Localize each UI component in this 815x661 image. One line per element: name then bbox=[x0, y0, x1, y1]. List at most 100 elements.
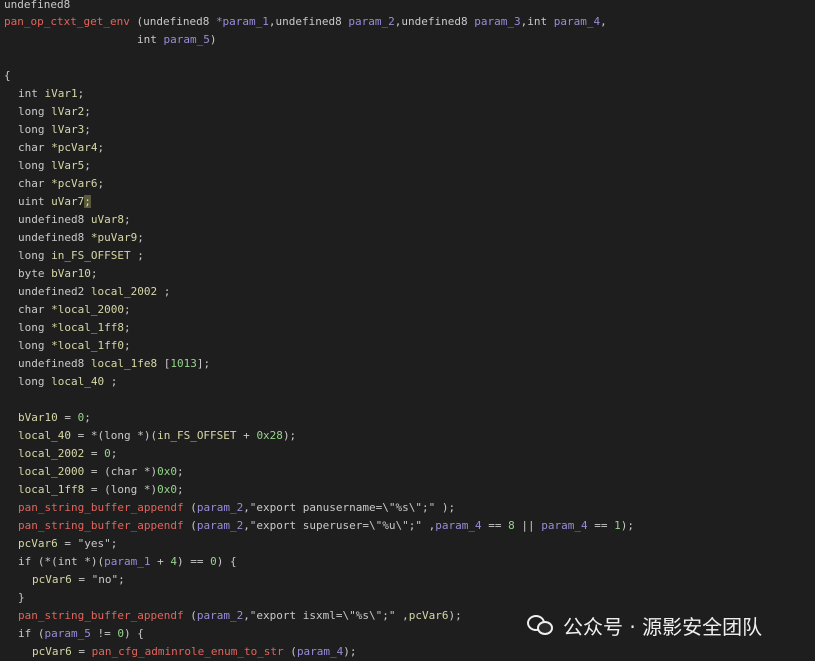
code-token: ; bbox=[123, 339, 131, 352]
number-token: 1013 bbox=[170, 357, 197, 370]
param-token[interactable]: param_5 bbox=[164, 33, 210, 46]
watermark-text: 公众号 · 源影安全团队 bbox=[563, 614, 763, 639]
string-token: "no" bbox=[91, 573, 119, 586]
code-token: ; bbox=[123, 303, 131, 316]
variable-token[interactable]: pcVar6 bbox=[32, 573, 72, 586]
param-token[interactable]: param_5 bbox=[45, 627, 91, 640]
variable-token[interactable]: local_1ff8 bbox=[18, 483, 84, 496]
variable-token[interactable]: lVar3 bbox=[51, 123, 84, 136]
param-token[interactable]: param_3 bbox=[474, 15, 520, 28]
variable-token[interactable]: iVar1 bbox=[45, 87, 78, 100]
code-line-decl: undefined8 *puVar9; bbox=[18, 229, 144, 247]
param-token[interactable]: param_4 bbox=[435, 519, 481, 532]
variable-token[interactable]: uVar8 bbox=[91, 213, 124, 226]
code-token: if (*(int *)( bbox=[18, 555, 105, 568]
code-token: ; bbox=[176, 483, 184, 496]
variable-token[interactable]: bVar10 bbox=[51, 267, 91, 280]
number-token: 0x28 bbox=[256, 429, 283, 442]
code-token: ; bbox=[157, 285, 171, 298]
function-call-token[interactable]: pan_string_buffer_appendf bbox=[18, 501, 184, 514]
code-token: = (char *) bbox=[84, 465, 158, 478]
code-line-decl: char *pcVar4; bbox=[18, 139, 104, 157]
text-cursor: ; bbox=[84, 195, 91, 208]
variable-token[interactable]: bVar10 bbox=[18, 411, 58, 424]
variable-token[interactable]: lVar5 bbox=[51, 159, 84, 172]
function-call-token[interactable]: pan_string_buffer_appendf bbox=[18, 519, 184, 532]
code-token: ; bbox=[104, 375, 118, 388]
number-token: 1 bbox=[614, 519, 621, 532]
variable-token[interactable]: pcVar6 bbox=[32, 645, 72, 658]
code-token: ); bbox=[343, 645, 357, 658]
variable-token[interactable]: local_1fe8 bbox=[91, 357, 157, 370]
code-line-decl: long in_FS_OFFSET ; bbox=[18, 247, 144, 265]
variable-token[interactable]: local_2002 bbox=[18, 447, 84, 460]
code-token: ); bbox=[448, 609, 462, 622]
code-token: ; bbox=[137, 231, 144, 244]
variable-token[interactable]: pcVar6 bbox=[18, 537, 58, 550]
code-line-stmt: pcVar6 = "yes"; bbox=[18, 535, 117, 553]
code-line-stmt: local_1ff8 = (long *)0x0; bbox=[18, 481, 184, 499]
code-token: ) { bbox=[216, 555, 237, 568]
variable-token[interactable]: local_2002 bbox=[91, 285, 157, 298]
number-token: 8 bbox=[508, 519, 515, 532]
variable-token[interactable]: in_FS_OFFSET bbox=[51, 249, 130, 262]
function-call-token[interactable]: pan_string_buffer_appendf bbox=[18, 609, 184, 622]
type-token: long bbox=[18, 249, 52, 262]
variable-token[interactable]: in_FS_OFFSET bbox=[157, 429, 236, 442]
param-token[interactable]: param_2 bbox=[197, 519, 243, 532]
param-token[interactable]: param_4 bbox=[541, 519, 587, 532]
code-token: ; bbox=[123, 321, 131, 334]
code-token: ; bbox=[110, 447, 118, 460]
code-line-stmt: if (param_5 != 0) { bbox=[18, 625, 144, 643]
param-token[interactable]: *param_1 bbox=[216, 15, 269, 28]
code-line-stmt: local_40 = *(long *)(in_FS_OFFSET + 0x28… bbox=[18, 427, 296, 445]
variable-token[interactable]: *puVar9 bbox=[91, 231, 137, 244]
code-token: ); bbox=[620, 519, 634, 532]
number-token: 0 bbox=[104, 447, 111, 460]
variable-token[interactable]: *local_1ff8 bbox=[51, 321, 124, 334]
code-token: ; bbox=[176, 465, 184, 478]
param-token[interactable]: param_4 bbox=[297, 645, 343, 658]
param-token[interactable]: param_1 bbox=[104, 555, 150, 568]
type-token: long bbox=[18, 105, 52, 118]
variable-token[interactable]: local_2000 bbox=[18, 465, 84, 478]
code-token: = *(long *)( bbox=[70, 429, 158, 442]
param-token[interactable]: param_4 bbox=[554, 15, 600, 28]
code-token: ; bbox=[90, 267, 98, 280]
variable-token[interactable]: lVar2 bbox=[51, 105, 84, 118]
watermark: 公众号 · 源影安全团队 bbox=[523, 607, 769, 643]
code-line-stmt: pan_string_buffer_appendf (param_2,"expo… bbox=[18, 499, 455, 517]
string-token: "yes" bbox=[77, 537, 111, 550]
code-line: { bbox=[4, 67, 11, 85]
decompiler-code-view[interactable]: undefined8 pan_op_ctxt_get_env ( undefine… bbox=[0, 0, 815, 658]
type-token: undefined8 bbox=[18, 231, 91, 244]
code-token: , bbox=[422, 519, 436, 532]
code-token: ) bbox=[209, 33, 217, 46]
variable-token[interactable]: *local_1ff0 bbox=[51, 339, 124, 352]
code-token: ; bbox=[84, 105, 91, 118]
type-token: long bbox=[18, 159, 52, 172]
type-token: char bbox=[18, 303, 52, 316]
number-token: 0 bbox=[210, 555, 217, 568]
function-call-token[interactable]: pan_cfg_adminrole_enum_to_str bbox=[92, 645, 284, 658]
code-token: ; bbox=[118, 573, 125, 586]
number-token: 0 bbox=[117, 627, 124, 640]
variable-token[interactable]: *pcVar4 bbox=[51, 141, 97, 154]
param-token[interactable]: param_2 bbox=[197, 501, 243, 514]
code-token: ; bbox=[97, 141, 105, 154]
variable-token[interactable]: *pcVar6 bbox=[51, 177, 97, 190]
string-token: ,"export superuser=\"%u\";" bbox=[243, 519, 422, 532]
code-token: ( bbox=[183, 609, 197, 622]
code-token: ; bbox=[130, 249, 144, 262]
function-name[interactable]: pan_op_ctxt_get_env bbox=[4, 15, 130, 28]
code-token: || bbox=[514, 519, 542, 532]
variable-token[interactable]: *local_2000 bbox=[51, 303, 124, 316]
variable-token[interactable]: pcVar6 bbox=[409, 609, 449, 622]
variable-token[interactable]: uVar7 bbox=[51, 195, 84, 208]
type-token: byte bbox=[18, 267, 52, 280]
code-token: ]; bbox=[196, 357, 211, 370]
variable-token[interactable]: local_40 bbox=[51, 375, 104, 388]
variable-token[interactable]: local_40 bbox=[18, 429, 71, 442]
param-token[interactable]: param_2 bbox=[197, 609, 243, 622]
param-token[interactable]: param_2 bbox=[348, 15, 394, 28]
